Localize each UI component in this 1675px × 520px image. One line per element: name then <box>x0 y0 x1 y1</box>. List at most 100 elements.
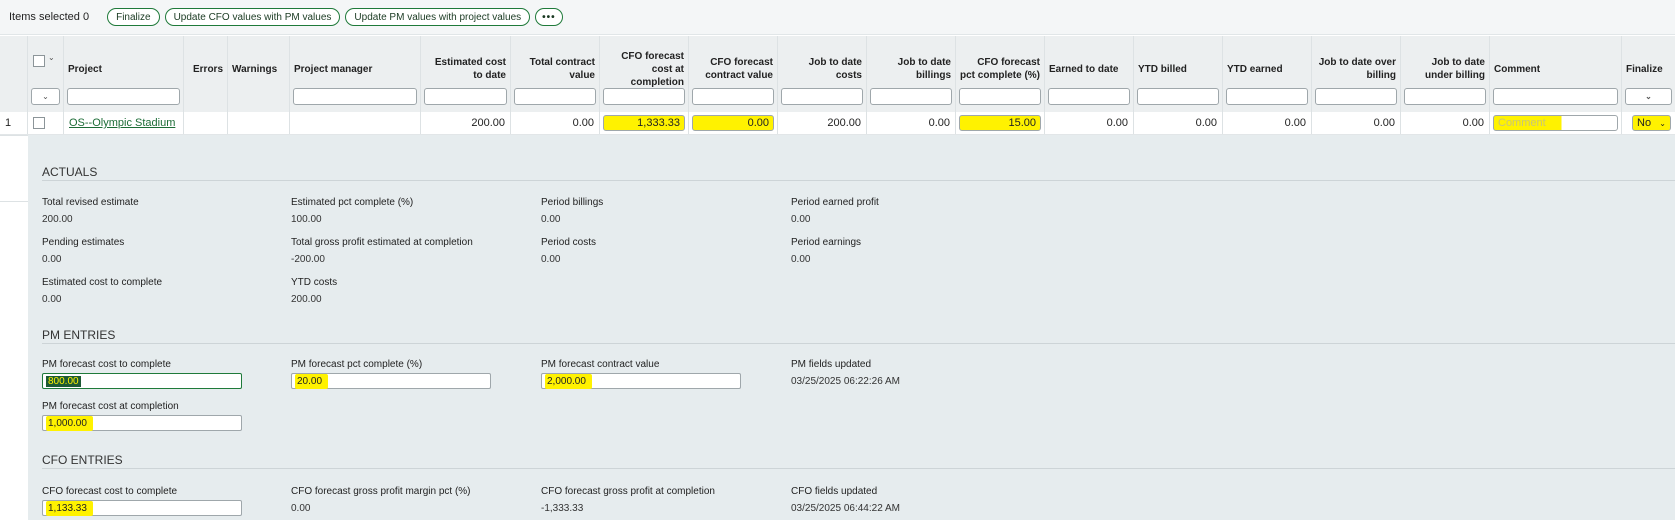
update-cfo-button[interactable]: Update CFO values with PM values <box>164 8 341 26</box>
col-jtd-billings[interactable]: Job to date billings <box>867 36 956 112</box>
total-gross-profit-field: Total gross profit estimated at completi… <box>291 237 473 265</box>
period-earned-profit-field: Period earned profit 0.00 <box>791 197 879 225</box>
pm-fields-updated-field: PM fields updated 03/25/2025 06:22:26 AM <box>791 359 900 387</box>
ytd-billed-cell: 0.00 <box>1134 112 1223 134</box>
pm-cost-at-completion-input[interactable]: 1,000.00 <box>42 415 242 431</box>
cfo-pct-filter[interactable] <box>959 88 1041 105</box>
col-project[interactable]: Project <box>64 36 184 112</box>
projects-grid: ⌄ ⌄ Project Errors Warnings Project mana… <box>0 36 1675 135</box>
col-warnings[interactable]: Warnings <box>228 36 290 112</box>
finalize-button[interactable]: Finalize <box>107 8 160 26</box>
cfo-gpm-pct-field: CFO forecast gross profit margin pct (%)… <box>291 486 471 514</box>
project-filter[interactable] <box>67 88 180 105</box>
pm-contract-value-field: PM forecast contract value 2,000.00 <box>541 359 741 389</box>
row-number: 1 <box>0 112 28 134</box>
warnings-cell <box>228 112 290 134</box>
pm-cost-at-completion-field: PM forecast cost at completion 1,000.00 <box>42 401 242 431</box>
update-pm-button[interactable]: Update PM values with project values <box>345 8 531 26</box>
col-cfo-contract[interactable]: CFO forecast contract value <box>689 36 778 112</box>
comment-input[interactable]: Comment <box>1493 115 1618 131</box>
ytd-earned-filter[interactable] <box>1226 88 1308 105</box>
pm-cost-to-complete-input[interactable]: 800.00 <box>42 373 242 389</box>
pm-entries-title: PM ENTRIES <box>42 328 116 342</box>
ytd-billed-filter[interactable] <box>1137 88 1219 105</box>
earned-to-date-cell: 0.00 <box>1045 112 1134 134</box>
col-earned-to-date[interactable]: Earned to date <box>1045 36 1134 112</box>
col-cfo-pct[interactable]: CFO forecast pct complete (%) <box>956 36 1045 112</box>
toolbar: Items selected 0 Finalize Update CFO val… <box>0 0 1675 35</box>
pending-estimates-field: Pending estimates 0.00 <box>42 237 125 265</box>
project-detail-panel: ACTUALS Total revised estimate 200.00 Est… <box>28 135 1675 520</box>
period-earnings-field: Period earnings 0.00 <box>791 237 862 265</box>
col-estimated-cost[interactable]: Estimated cost to date <box>421 36 511 112</box>
est-cost-to-complete-field: Estimated cost to complete 0.00 <box>42 277 163 305</box>
col-project-manager[interactable]: Project manager <box>290 36 421 112</box>
cfo-cost-to-complete-field: CFO forecast cost to complete 1,133.33 <box>42 486 242 516</box>
col-comment[interactable]: Comment <box>1490 36 1622 112</box>
select-filter-dropdown[interactable]: ⌄ <box>31 88 60 105</box>
cfo-cost-completion-input[interactable]: 1,333.33 <box>603 115 685 131</box>
col-jtd-costs[interactable]: Job to date costs <box>778 36 867 112</box>
earned-to-date-filter[interactable] <box>1048 88 1130 105</box>
select-all-column: ⌄ ⌄ <box>28 36 64 112</box>
col-jtd-under-billing[interactable]: Job to date under billing <box>1401 36 1490 112</box>
jtd-under-billing-filter[interactable] <box>1404 88 1486 105</box>
jtd-costs-filter[interactable] <box>781 88 863 105</box>
errors-cell <box>184 112 228 134</box>
project-manager-filter[interactable] <box>293 88 417 105</box>
period-billings-field: Period billings 0.00 <box>541 197 604 225</box>
col-finalize[interactable]: Finalize ⌄ <box>1622 36 1675 112</box>
comment-placeholder: Comment <box>1498 117 1546 129</box>
pm-cost-to-complete-field: PM forecast cost to complete 800.00 <box>42 359 242 389</box>
total-revised-estimate-field: Total revised estimate 200.00 <box>42 197 139 225</box>
jtd-over-billing-filter[interactable] <box>1315 88 1397 105</box>
cfo-pct-input[interactable]: 15.00 <box>959 115 1041 131</box>
chevron-down-icon: ⌄ <box>1645 92 1652 101</box>
cfo-fields-updated-field: CFO fields updated 03/25/2025 06:44:22 AM <box>791 486 900 514</box>
pm-contract-value-input[interactable]: 2,000.00 <box>541 373 741 389</box>
chevron-down-icon: ⌄ <box>1659 118 1666 128</box>
cfo-contract-filter[interactable] <box>692 88 774 105</box>
actuals-title: ACTUALS <box>42 165 98 179</box>
estimated-cost-cell: 200.00 <box>421 112 511 134</box>
total-contract-filter[interactable] <box>514 88 596 105</box>
col-total-contract[interactable]: Total contract value <box>511 36 600 112</box>
table-row: 1 OS--Olympic Stadium 200.00 0.00 1,333.… <box>0 112 1675 135</box>
chevron-down-icon[interactable]: ⌄ <box>48 53 55 62</box>
items-selected-count: Items selected 0 <box>9 11 90 23</box>
finalize-select[interactable]: No ⌄ <box>1632 115 1671 131</box>
cfo-cost-to-complete-input[interactable]: 1,133.33 <box>42 500 242 516</box>
estimated-cost-filter[interactable] <box>424 88 507 105</box>
grid-header: ⌄ ⌄ Project Errors Warnings Project mana… <box>0 36 1675 113</box>
pm-pct-complete-input[interactable]: 20.00 <box>291 373 491 389</box>
total-contract-cell: 0.00 <box>511 112 600 134</box>
col-cfo-cost-completion[interactable]: CFO forecast cost at completion <box>600 36 689 112</box>
est-pct-complete-field: Estimated pct complete (%) 100.00 <box>291 197 414 225</box>
cfo-gross-profit-field: CFO forecast gross profit at completion -… <box>541 486 715 514</box>
pm-pct-complete-field: PM forecast pct complete (%) 20.00 <box>291 359 491 389</box>
project-manager-cell <box>290 112 421 134</box>
col-errors[interactable]: Errors <box>184 36 228 112</box>
period-costs-field: Period costs 0.00 <box>541 237 597 265</box>
row-checkbox[interactable] <box>33 117 45 129</box>
jtd-over-billing-cell: 0.00 <box>1312 112 1401 134</box>
left-gutter <box>0 135 28 202</box>
ytd-earned-cell: 0.00 <box>1223 112 1312 134</box>
jtd-billings-cell: 0.00 <box>867 112 956 134</box>
cfo-entries-title: CFO ENTRIES <box>42 453 123 467</box>
col-ytd-earned[interactable]: YTD earned <box>1223 36 1312 112</box>
comment-filter[interactable] <box>1493 88 1618 105</box>
more-actions-button[interactable]: ••• <box>535 8 563 26</box>
finalize-filter-dropdown[interactable]: ⌄ <box>1625 88 1672 105</box>
select-all-checkbox[interactable] <box>33 55 45 67</box>
chevron-down-icon: ⌄ <box>42 92 49 101</box>
jtd-under-billing-cell: 0.00 <box>1401 112 1490 134</box>
col-ytd-billed[interactable]: YTD billed <box>1134 36 1223 112</box>
ytd-costs-field: YTD costs 200.00 <box>291 277 338 305</box>
jtd-costs-cell: 200.00 <box>778 112 867 134</box>
cfo-contract-input[interactable]: 0.00 <box>692 115 774 131</box>
cfo-cost-completion-filter[interactable] <box>603 88 685 105</box>
col-jtd-over-billing[interactable]: Job to date over billing <box>1312 36 1401 112</box>
project-link[interactable]: OS--Olympic Stadium <box>69 117 175 129</box>
jtd-billings-filter[interactable] <box>870 88 952 105</box>
